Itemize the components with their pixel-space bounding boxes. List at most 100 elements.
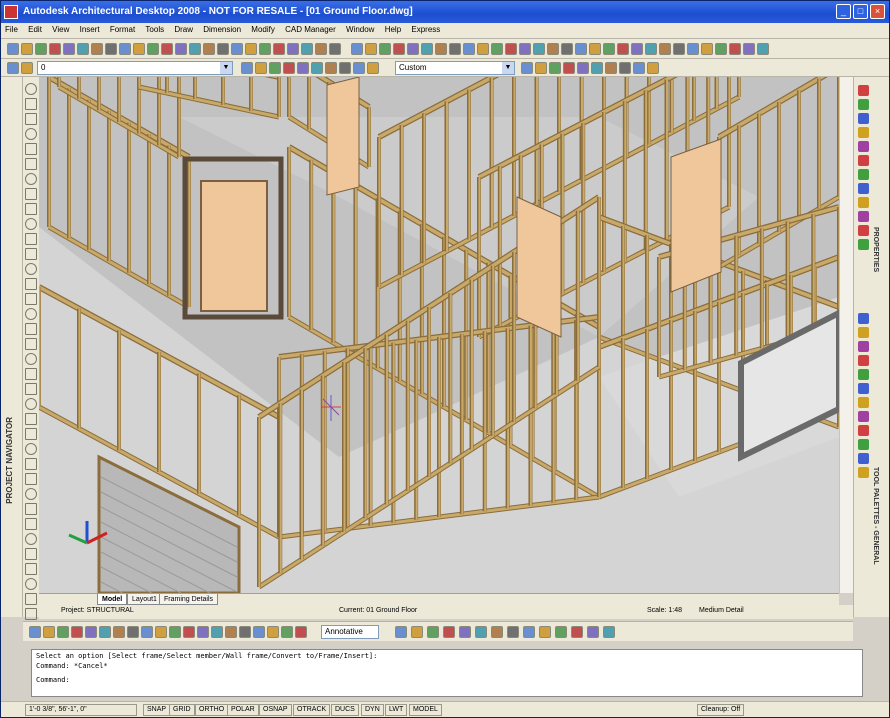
standard-tool-icon[interactable] [133, 43, 145, 55]
menu-help[interactable]: Help [381, 23, 405, 36]
view-tool-icon[interactable] [297, 62, 309, 74]
menu-view[interactable]: View [48, 23, 73, 36]
edit-tool-icon[interactable] [571, 626, 583, 638]
styles-tool-icon[interactable] [533, 43, 545, 55]
ortho-toggle[interactable]: ORTHO [195, 704, 229, 716]
palette-tool-icon[interactable] [858, 467, 869, 478]
draw-tool-icon[interactable] [25, 548, 37, 560]
draw-tool-icon[interactable] [25, 233, 37, 245]
standard-tool-icon[interactable] [203, 43, 215, 55]
styles-tool-icon[interactable] [421, 43, 433, 55]
app-icon[interactable] [4, 5, 18, 19]
standard-tool-icon[interactable] [231, 43, 243, 55]
styles-tool-icon[interactable] [645, 43, 657, 55]
title-bar[interactable]: Autodesk Architectural Desktop 2008 - NO… [1, 1, 889, 23]
modify-tool-icon[interactable] [29, 626, 41, 638]
draw-tool-icon[interactable] [25, 323, 37, 335]
render-tool-icon[interactable] [549, 62, 561, 74]
palette-tool-icon[interactable] [858, 425, 869, 436]
modify-tool-icon[interactable] [295, 626, 307, 638]
draw-tool-icon[interactable] [25, 593, 37, 605]
standard-tool-icon[interactable] [259, 43, 271, 55]
standard-tool-icon[interactable] [189, 43, 201, 55]
draw-tool-icon[interactable] [25, 308, 37, 320]
draw-tool-icon[interactable] [25, 263, 37, 275]
styles-tool-icon[interactable] [379, 43, 391, 55]
modify-tool-icon[interactable] [155, 626, 167, 638]
edit-tool-icon[interactable] [523, 626, 535, 638]
draw-tool-icon[interactable] [25, 458, 37, 470]
menu-cad-manager[interactable]: CAD Manager [281, 23, 340, 36]
palette-tool-icon[interactable] [858, 183, 869, 194]
modify-tool-icon[interactable] [127, 626, 139, 638]
draw-tool-icon[interactable] [25, 518, 37, 530]
layer-tool-icon[interactable] [21, 62, 33, 74]
styles-tool-icon[interactable] [729, 43, 741, 55]
menu-dimension[interactable]: Dimension [199, 23, 245, 36]
palette-tool-icon[interactable] [858, 313, 869, 324]
menu-modify[interactable]: Modify [247, 23, 279, 36]
modify-tool-icon[interactable] [43, 626, 55, 638]
standard-tool-icon[interactable] [217, 43, 229, 55]
palette-tool-icon[interactable] [858, 397, 869, 408]
layer-combo[interactable]: 0 ▼ [37, 61, 233, 75]
modify-tool-icon[interactable] [113, 626, 125, 638]
standard-tool-icon[interactable] [287, 43, 299, 55]
draw-tool-icon[interactable] [25, 158, 37, 170]
tab-layout1[interactable]: Layout1 [127, 594, 162, 605]
palette-tool-icon[interactable] [858, 127, 869, 138]
palette-tool-icon[interactable] [858, 197, 869, 208]
command-line[interactable]: Select an option [Select frame/Select me… [31, 649, 863, 697]
styles-tool-icon[interactable] [575, 43, 587, 55]
styles-tool-icon[interactable] [491, 43, 503, 55]
standard-tool-icon[interactable] [301, 43, 313, 55]
standard-tool-icon[interactable] [77, 43, 89, 55]
chevron-down-icon[interactable]: ▼ [502, 62, 514, 74]
chevron-down-icon[interactable]: ▼ [220, 62, 232, 74]
palette-tool-icon[interactable] [858, 341, 869, 352]
draw-tool-icon[interactable] [25, 203, 37, 215]
draw-tool-icon[interactable] [25, 338, 37, 350]
tab-framing-details[interactable]: Framing Details [159, 594, 219, 605]
palette-tool-icon[interactable] [858, 141, 869, 152]
styles-tool-icon[interactable] [757, 43, 769, 55]
render-tool-icon[interactable] [521, 62, 533, 74]
draw-tool-icon[interactable] [25, 368, 37, 380]
modify-tool-icon[interactable] [197, 626, 209, 638]
styles-tool-icon[interactable] [687, 43, 699, 55]
render-tool-icon[interactable] [577, 62, 589, 74]
draw-tool-icon[interactable] [25, 533, 37, 545]
edit-tool-icon[interactable] [491, 626, 503, 638]
standard-tool-icon[interactable] [35, 43, 47, 55]
otrack-toggle[interactable]: OTRACK [293, 704, 331, 716]
styles-tool-icon[interactable] [407, 43, 419, 55]
styles-tool-icon[interactable] [477, 43, 489, 55]
standard-tool-icon[interactable] [21, 43, 33, 55]
render-tool-icon[interactable] [591, 62, 603, 74]
palette-tool-icon[interactable] [858, 113, 869, 124]
styles-tool-icon[interactable] [393, 43, 405, 55]
command-prompt[interactable]: Command: [36, 676, 70, 684]
modify-tool-icon[interactable] [183, 626, 195, 638]
palette-tool-icon[interactable] [858, 369, 869, 380]
draw-tool-icon[interactable] [25, 563, 37, 575]
dim-style-combo[interactable]: Annotative [321, 625, 379, 639]
styles-tool-icon[interactable] [519, 43, 531, 55]
palette-tool-icon[interactable] [858, 169, 869, 180]
view-tool-icon[interactable] [269, 62, 281, 74]
draw-tool-icon[interactable] [25, 113, 37, 125]
lwt-toggle[interactable]: LWT [385, 704, 408, 716]
standard-tool-icon[interactable] [105, 43, 117, 55]
standard-tool-icon[interactable] [273, 43, 285, 55]
menu-format[interactable]: Format [106, 23, 139, 36]
styles-tool-icon[interactable] [435, 43, 447, 55]
draw-tool-icon[interactable] [25, 128, 37, 140]
styles-tool-icon[interactable] [589, 43, 601, 55]
render-tool-icon[interactable] [535, 62, 547, 74]
render-tool-icon[interactable] [633, 62, 645, 74]
palette-tool-icon[interactable] [858, 383, 869, 394]
standard-tool-icon[interactable] [7, 43, 19, 55]
draw-tool-icon[interactable] [25, 383, 37, 395]
vertical-scrollbar[interactable] [839, 77, 853, 593]
model-toggle[interactable]: MODEL [409, 704, 442, 716]
